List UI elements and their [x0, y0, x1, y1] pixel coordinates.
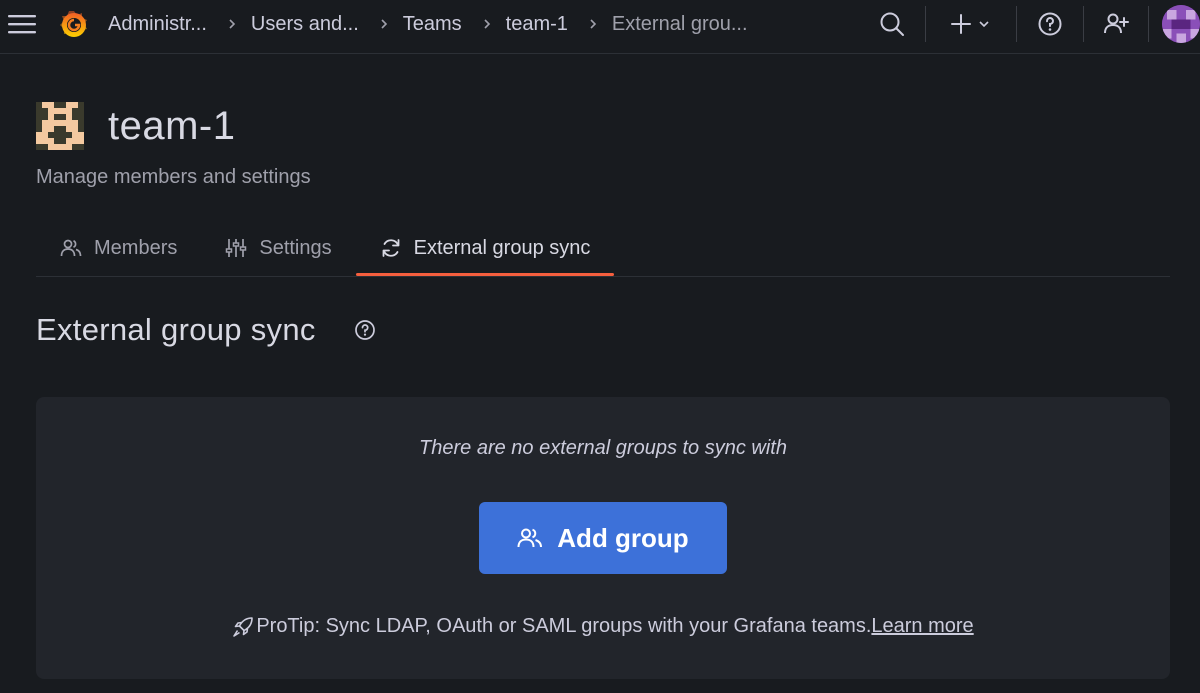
add-group-label: Add group: [557, 522, 689, 553]
divider: [1016, 6, 1017, 42]
page-header: team-1: [36, 102, 236, 150]
page-title: team-1: [108, 103, 236, 148]
protip: ProTip: Sync LDAP, OAuth or SAML groups …: [36, 615, 1170, 638]
user-avatar[interactable]: [1162, 5, 1200, 43]
sync-icon: [380, 237, 402, 259]
chevron-right-icon: [227, 18, 237, 30]
breadcrumb-users-and-access[interactable]: Users and...: [251, 13, 359, 36]
users-icon: [517, 526, 543, 550]
empty-state-panel: There are no external groups to sync wit…: [36, 397, 1170, 679]
tab-external-group-sync[interactable]: External group sync: [355, 222, 615, 276]
help-icon[interactable]: [1034, 8, 1066, 40]
new-menu-button[interactable]: [944, 8, 996, 40]
add-group-button[interactable]: Add group: [479, 502, 727, 574]
section-title: External group sync: [36, 312, 316, 347]
divider: [925, 6, 926, 42]
breadcrumb-external-group-sync: External grou...: [611, 12, 748, 35]
info-icon[interactable]: [354, 319, 376, 341]
breadcrumb-administration[interactable]: Administr...: [108, 13, 207, 36]
invite-user-icon[interactable]: [1100, 8, 1132, 40]
divider: [1148, 6, 1149, 42]
breadcrumb-team-1[interactable]: team-1: [506, 13, 568, 36]
section-header: External group sync: [36, 312, 376, 348]
chevron-right-icon: [588, 18, 598, 30]
rocket-icon: [232, 616, 254, 638]
learn-more-link[interactable]: Learn more: [871, 615, 973, 638]
chevron-right-icon: [379, 18, 389, 30]
tab-bar: Members Settings External group sync: [36, 222, 1170, 277]
menu-icon[interactable]: [6, 10, 38, 38]
search-icon[interactable]: [876, 8, 908, 40]
tab-members[interactable]: Members: [36, 222, 201, 274]
tab-label: External group sync: [413, 236, 591, 259]
sliders-icon: [225, 237, 247, 259]
chevron-right-icon: [482, 18, 492, 30]
breadcrumb-teams[interactable]: Teams: [403, 13, 462, 36]
tab-label: Settings: [259, 236, 332, 259]
page-subtitle: Manage members and settings: [36, 166, 311, 188]
top-bar: Administr... Users and... Teams team-1 E…: [0, 0, 1200, 54]
team-avatar: [36, 102, 84, 150]
protip-text: ProTip: Sync LDAP, OAuth or SAML groups …: [256, 615, 872, 637]
tab-label: Members: [94, 236, 178, 259]
grafana-logo-icon[interactable]: [58, 8, 90, 40]
chevron-down-icon: [979, 21, 989, 28]
tab-settings[interactable]: Settings: [201, 222, 355, 274]
breadcrumb: Administr... Users and... Teams team-1 E…: [108, 0, 748, 48]
empty-state-message: There are no external groups to sync wit…: [419, 437, 787, 459]
plus-icon: [951, 14, 971, 34]
users-icon: [60, 237, 82, 259]
divider: [1083, 6, 1084, 42]
